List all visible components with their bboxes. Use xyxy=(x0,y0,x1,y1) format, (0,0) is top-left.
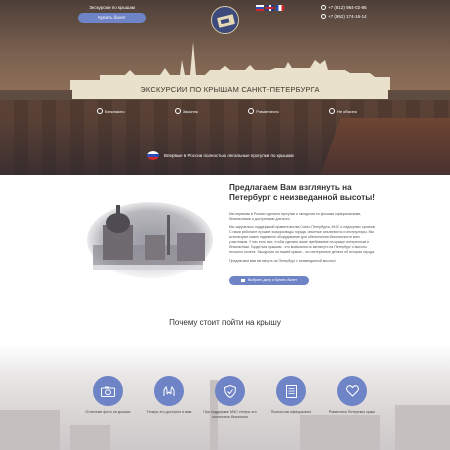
reason-label: Теперь это доступно и вам xyxy=(146,410,192,414)
why-title: Почему стоит пойти на крышу xyxy=(169,318,281,327)
ticket-mini-icon xyxy=(240,278,245,282)
reason-label: При поддержке МЧС теперь это полностью б… xyxy=(203,410,257,419)
ticket-logo[interactable] xyxy=(211,6,239,34)
intro-paragraph: Предлагаем вам взглянуть на Петербург с … xyxy=(229,258,336,263)
legal-note-text: Впервые в России полностью легальные про… xyxy=(164,153,294,158)
feature-item: Романтично xyxy=(248,108,279,114)
cathedral-illustration xyxy=(85,202,215,280)
reason-item: Полностью официально xyxy=(263,376,319,419)
phone-icon xyxy=(321,14,326,19)
reason-label: Полностью официально xyxy=(270,410,312,414)
hero-title: Экскурсии по крышам Санкт-Петербурга xyxy=(140,85,320,94)
reason-item: При поддержке МЧС теперь это полностью б… xyxy=(202,376,258,419)
intro-paragraph: Мы заручились поддержкой правительства С… xyxy=(229,225,376,255)
excursion-label: Экскурсии по крышам xyxy=(89,5,135,10)
phone-number: +7 (812) 984-02-86 xyxy=(328,5,367,10)
phone-list: +7 (812) 984-02-86 +7 (952) 174-16-14 xyxy=(321,5,367,23)
phone-icon xyxy=(321,5,326,10)
flag-ru-icon[interactable] xyxy=(256,5,264,11)
phone-number: +7 (952) 174-16-14 xyxy=(328,14,367,19)
document-icon xyxy=(276,376,306,406)
header-left: Экскурсии по крышам Купить билет xyxy=(78,5,146,23)
feature-item: Не обычно xyxy=(328,108,357,114)
feature-label: Не обычно xyxy=(336,108,357,114)
smile-icon xyxy=(248,108,255,114)
hero-section: Экскурсии по крышам Купить билет +7 (812… xyxy=(0,0,450,175)
shield-check-icon xyxy=(97,108,103,114)
choose-date-label: Выбрать дату и Купить билет xyxy=(247,278,298,282)
reason-item: Теперь это доступно и вам xyxy=(141,376,197,419)
intro-body: Мы первыми в России сделали прогулки и э… xyxy=(229,212,379,267)
reasons-list: Отличные фото на крышах Теперь это досту… xyxy=(80,376,380,419)
feature-label: Законно xyxy=(182,108,199,114)
hands-icon xyxy=(154,376,184,406)
feature-item: Законно xyxy=(174,108,199,114)
phone-item[interactable]: +7 (952) 174-16-14 xyxy=(321,14,367,19)
hero-title-band: Экскурсии по крышам Санкт-Петербурга xyxy=(72,80,388,99)
flag-fr-icon[interactable] xyxy=(276,5,284,11)
legal-note: Впервые в России полностью легальные про… xyxy=(147,151,294,160)
reason-label: Отличные фото на крышах xyxy=(85,410,131,414)
law-icon xyxy=(174,108,181,114)
reason-label: Романтика Питерских крыш xyxy=(328,410,376,414)
camera-icon xyxy=(93,376,123,406)
phone-item[interactable]: +7 (812) 984-02-86 xyxy=(321,5,367,10)
feature-item: Безопасно xyxy=(97,108,125,114)
city-building xyxy=(395,405,450,450)
heart-icon xyxy=(337,376,367,406)
hero-features: Безопасно Законно Романтично Не обычно xyxy=(97,108,357,114)
ticket-icon xyxy=(217,14,235,28)
russia-flag-icon xyxy=(147,151,159,160)
city-building xyxy=(0,410,60,450)
buy-ticket-button[interactable]: Купить билет xyxy=(78,13,146,23)
flag-en-icon[interactable] xyxy=(266,5,274,11)
intro-title: Предлагаем Вам взглянуть на Петербург с … xyxy=(229,183,375,203)
hero-shade xyxy=(0,120,450,175)
star-icon xyxy=(328,108,335,114)
city-building xyxy=(70,425,110,450)
feature-label: Безопасно xyxy=(105,108,125,114)
feature-label: Романтично xyxy=(256,108,279,114)
language-switcher xyxy=(256,5,284,11)
shield-icon xyxy=(215,376,245,406)
city-building xyxy=(300,415,380,450)
reason-item: Романтика Питерских крыш xyxy=(324,376,380,419)
choose-date-button[interactable]: Выбрать дату и Купить билет xyxy=(229,276,309,285)
intro-paragraph: Мы первыми в России сделали прогулки и э… xyxy=(229,212,362,222)
reason-item: Отличные фото на крышах xyxy=(80,376,136,419)
